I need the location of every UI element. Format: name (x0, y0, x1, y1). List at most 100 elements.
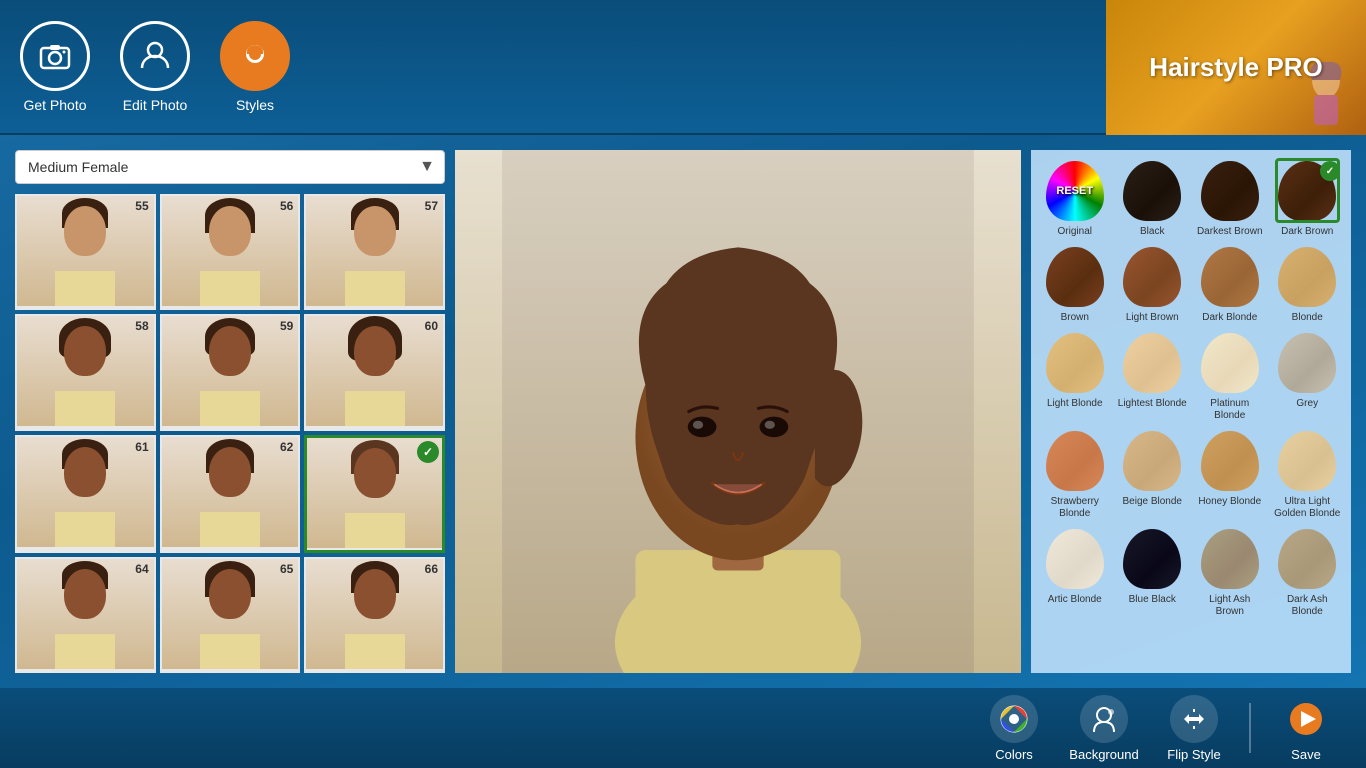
blue-black-swatch (1120, 526, 1185, 591)
style-item-55[interactable]: 55 (15, 194, 156, 310)
color-label-brown: Brown (1061, 312, 1089, 324)
style-item-64[interactable]: 64 (15, 557, 156, 673)
light-brown-swatch (1120, 244, 1185, 309)
style-item-56[interactable]: 56 (160, 194, 301, 310)
style-number-66: 66 (425, 562, 438, 576)
color-lightest-blonde[interactable]: Lightest Blonde (1117, 330, 1189, 422)
colors-button[interactable]: Colors (974, 695, 1054, 762)
lightest-blonde-swatch (1120, 330, 1185, 395)
color-darkest-brown[interactable]: Darkest Brown (1194, 158, 1266, 238)
color-label-light-blonde: Light Blonde (1047, 398, 1103, 410)
style-item-59[interactable]: 59 (160, 314, 301, 430)
color-dark-brown[interactable]: ✓ Dark Brown (1272, 158, 1344, 238)
color-brown[interactable]: Brown (1039, 244, 1111, 324)
color-label-reset: Original (1058, 226, 1092, 238)
brand-logo: Hairstyle PRO (1106, 0, 1366, 135)
color-grey[interactable]: Grey (1272, 330, 1344, 422)
color-light-ash-brown[interactable]: Light Ash Brown (1194, 526, 1266, 618)
color-blonde[interactable]: Blonde (1272, 244, 1344, 324)
photo-preview-area (455, 150, 1021, 673)
color-reset[interactable]: RESET Original (1039, 158, 1111, 238)
color-label-artic-blonde: Artic Blonde (1048, 594, 1102, 606)
hairstyle-icon (220, 21, 290, 91)
brown-swatch (1042, 244, 1107, 309)
color-light-blonde[interactable]: Light Blonde (1039, 330, 1111, 422)
color-label-dark-blonde: Dark Blonde (1202, 312, 1257, 324)
color-label-darkest-brown: Darkest Brown (1197, 226, 1263, 238)
style-item-61[interactable]: 61 (15, 435, 156, 553)
black-swatch (1120, 158, 1185, 223)
color-dark-blonde[interactable]: Dark Blonde (1194, 244, 1266, 324)
style-number-60: 60 (425, 319, 438, 333)
color-label-blue-black: Blue Black (1129, 594, 1176, 606)
color-platinum-blonde[interactable]: Platinum Blonde (1194, 330, 1266, 422)
color-light-brown[interactable]: Light Brown (1117, 244, 1189, 324)
light-ash-brown-swatch (1197, 526, 1262, 591)
colors-panel: RESET Original Black Darkest Brown ✓ Dar… (1031, 150, 1351, 673)
color-blue-black[interactable]: Blue Black (1117, 526, 1189, 618)
darkest-brown-swatch (1197, 158, 1262, 223)
artic-blonde-swatch (1042, 526, 1107, 591)
color-label-ultra-light-golden-blonde: Ultra Light Golden Blonde (1272, 496, 1344, 520)
color-label-black: Black (1140, 226, 1164, 238)
photo-preview-panel (455, 150, 1021, 673)
style-selected-check: ✓ (417, 441, 439, 463)
color-selected-check: ✓ (1320, 161, 1340, 181)
color-honey-blonde[interactable]: Honey Blonde (1194, 428, 1266, 520)
colors-icon (990, 695, 1038, 743)
style-item-66[interactable]: 66 (304, 557, 445, 673)
color-dark-ash-blonde[interactable]: Dark Ash Blonde (1272, 526, 1344, 618)
reset-swatch: RESET (1042, 158, 1107, 223)
color-ultra-light-golden-blonde[interactable]: Ultra Light Golden Blonde (1272, 428, 1344, 520)
style-number-64: 64 (135, 562, 148, 576)
nav-styles[interactable]: Styles (220, 21, 290, 113)
flip-icon (1170, 695, 1218, 743)
color-label-dark-ash-blonde: Dark Ash Blonde (1272, 594, 1344, 618)
save-label: Save (1291, 747, 1321, 762)
colors-label: Colors (995, 747, 1033, 762)
color-label-honey-blonde: Honey Blonde (1198, 496, 1261, 508)
color-label-lightest-blonde: Lightest Blonde (1118, 398, 1187, 410)
camera-icon (20, 21, 90, 91)
style-number-65: 65 (280, 562, 293, 576)
grey-swatch (1275, 330, 1340, 395)
nav-edit-photo-label: Edit Photo (123, 97, 188, 113)
style-item-63[interactable]: ✓ (304, 435, 445, 553)
background-icon (1080, 695, 1128, 743)
style-item-62[interactable]: 62 (160, 435, 301, 553)
main-content: Medium Female Short Female Long Female S… (0, 135, 1366, 688)
nav-get-photo[interactable]: Get Photo (20, 21, 90, 113)
color-artic-blonde[interactable]: Artic Blonde (1039, 526, 1111, 618)
style-item-65[interactable]: 65 (160, 557, 301, 673)
color-beige-blonde[interactable]: Beige Blonde (1117, 428, 1189, 520)
color-strawberry-blonde[interactable]: Strawberry Blonde (1039, 428, 1111, 520)
styles-grid: 55 56 57 (15, 194, 445, 673)
color-black[interactable]: Black (1117, 158, 1189, 238)
style-category-dropdown-wrapper[interactable]: Medium Female Short Female Long Female S… (15, 150, 445, 184)
save-icon (1282, 695, 1330, 743)
style-item-58[interactable]: 58 (15, 314, 156, 430)
style-number-62: 62 (280, 440, 293, 454)
flip-style-label: Flip Style (1167, 747, 1220, 762)
ultra-light-golden-blonde-swatch (1275, 428, 1340, 493)
style-item-60[interactable]: 60 (304, 314, 445, 430)
color-label-light-ash-brown: Light Ash Brown (1194, 594, 1266, 618)
top-bar: Get Photo Edit Photo Styles (0, 0, 1366, 135)
nav-get-photo-label: Get Photo (23, 97, 86, 113)
style-number-57: 57 (425, 199, 438, 213)
flip-style-button[interactable]: Flip Style (1154, 695, 1234, 762)
color-label-light-brown: Light Brown (1126, 312, 1179, 324)
top-navigation: Get Photo Edit Photo Styles (20, 21, 290, 113)
style-category-dropdown[interactable]: Medium Female Short Female Long Female S… (15, 150, 445, 184)
dark-blonde-swatch (1197, 244, 1262, 309)
color-label-beige-blonde: Beige Blonde (1123, 496, 1183, 508)
nav-edit-photo[interactable]: Edit Photo (120, 21, 190, 113)
bottom-bar: Colors Background Flip Style (0, 688, 1366, 768)
style-item-57[interactable]: 57 (304, 194, 445, 310)
color-label-grey: Grey (1296, 398, 1318, 410)
style-number-55: 55 (135, 199, 148, 213)
color-label-platinum-blonde: Platinum Blonde (1194, 398, 1266, 422)
save-button[interactable]: Save (1266, 695, 1346, 762)
background-button[interactable]: Background (1064, 695, 1144, 762)
style-number-56: 56 (280, 199, 293, 213)
